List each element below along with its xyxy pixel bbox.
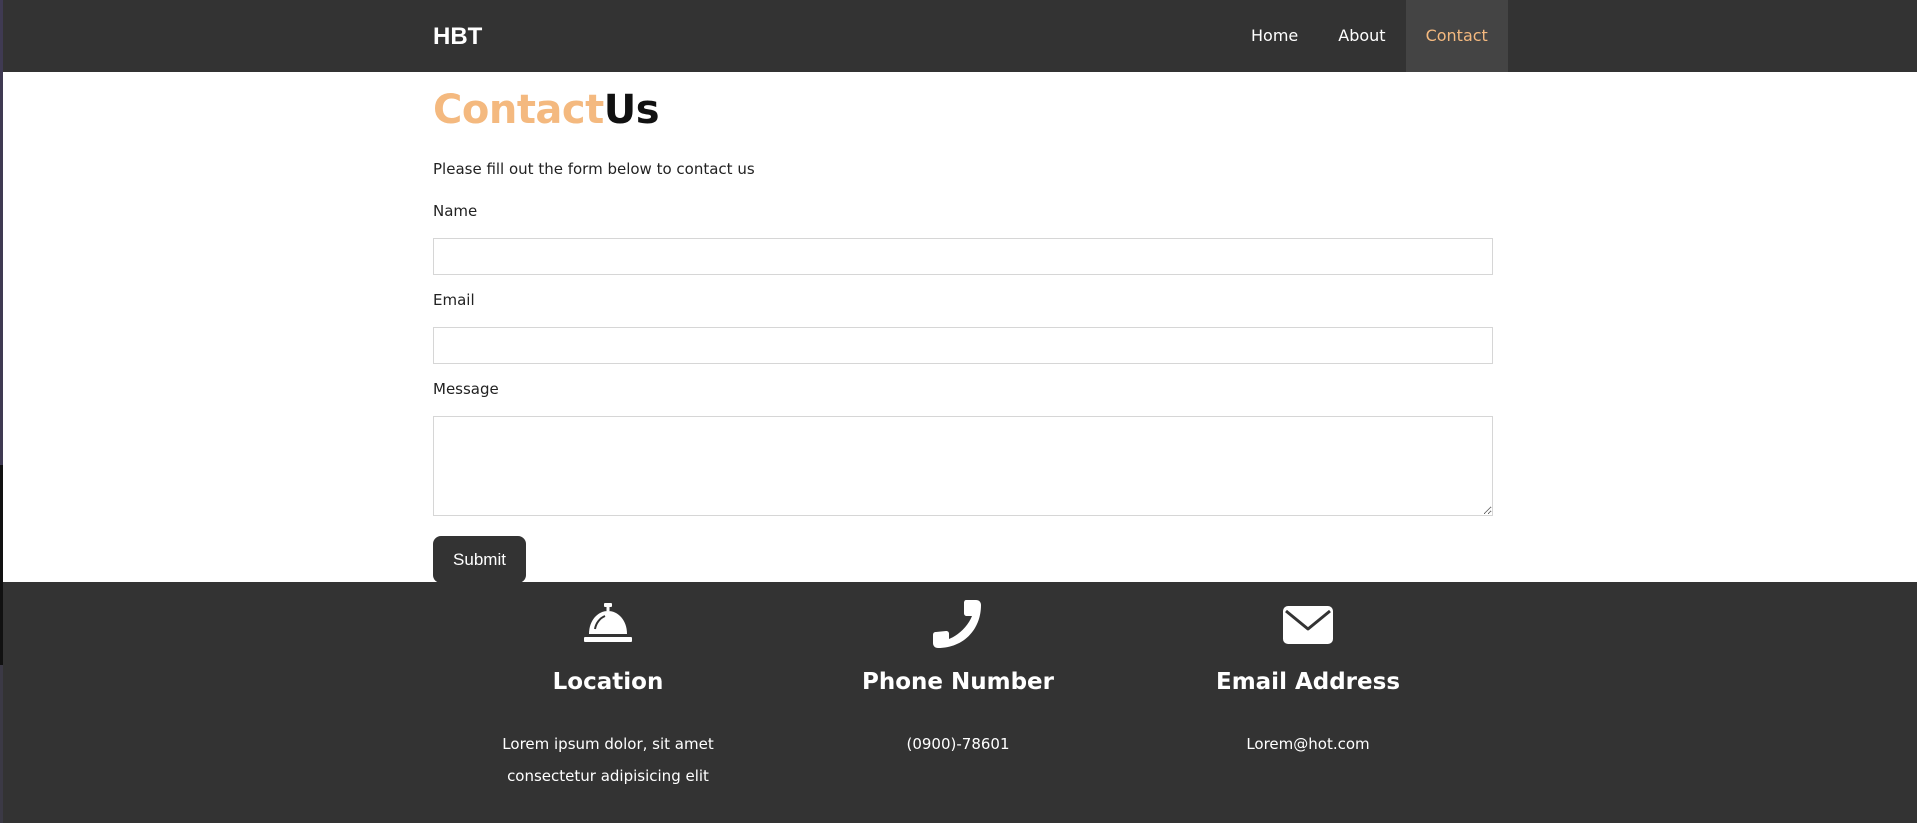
submit-button[interactable]: Submit: [433, 536, 526, 583]
window-edge: [0, 0, 3, 823]
name-field[interactable]: [433, 238, 1493, 275]
phone-text: (0900)-78601: [906, 735, 1010, 753]
nav-links: Home About Contact: [1231, 0, 1508, 72]
nav-link-about[interactable]: About: [1318, 0, 1405, 72]
nav-link-contact[interactable]: Contact: [1405, 0, 1508, 72]
message-field[interactable]: [433, 416, 1493, 516]
bell-icon: [583, 600, 633, 650]
page-title-rest: Us: [603, 87, 660, 133]
name-label: Name: [433, 202, 478, 220]
email-title: Email Address: [1215, 669, 1401, 695]
page-title-accent: Contact: [433, 87, 604, 133]
brand-logo[interactable]: HBT: [433, 23, 482, 51]
page-title: ContactUs: [433, 86, 660, 134]
email-field[interactable]: [433, 327, 1493, 364]
phone-icon: [933, 600, 983, 650]
email-label: Email: [433, 291, 475, 309]
nav-link-home[interactable]: Home: [1231, 0, 1318, 72]
envelope-icon: [1283, 600, 1333, 650]
email-text: Lorem@hot.com: [1246, 735, 1370, 753]
navbar: HBT Home About Contact: [0, 0, 1917, 72]
location-title: Location: [552, 669, 664, 695]
footer: Location Lorem ipsum dolor, sit amet con…: [0, 582, 1917, 823]
message-label: Message: [433, 380, 499, 398]
phone-title: Phone Number: [861, 669, 1054, 695]
form-intro: Please fill out the form below to contac…: [433, 160, 755, 178]
location-text: Lorem ipsum dolor, sit amet consectetur …: [502, 735, 714, 785]
